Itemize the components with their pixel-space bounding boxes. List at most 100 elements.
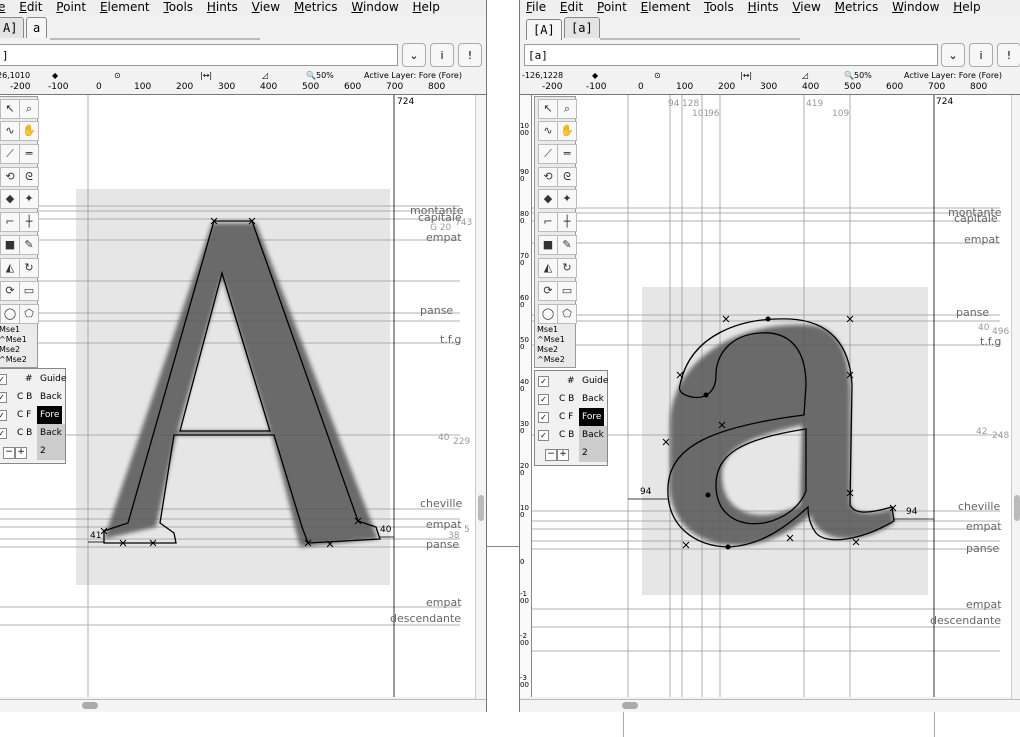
spiro-icon[interactable]: ᘓ <box>19 167 39 187</box>
flip-icon[interactable]: ◭ <box>0 258 20 278</box>
hand-icon[interactable]: ✋ <box>19 121 39 141</box>
layer-row-back[interactable]: ✓ C B Back <box>535 390 607 408</box>
hv-point-icon[interactable]: ┼ <box>19 212 39 232</box>
menu-tools[interactable]: Tools <box>163 0 193 14</box>
skew-icon[interactable]: ⟳ <box>0 281 20 301</box>
layer-visible-checkbox[interactable]: ✓ <box>0 428 7 439</box>
char-input[interactable]: ] <box>0 44 398 66</box>
tab-A[interactable]: [A] <box>526 19 562 40</box>
hvcurve-icon[interactable]: ⟲ <box>538 167 558 187</box>
dropdown-button[interactable]: ⌄ <box>941 43 965 67</box>
ruler-icon[interactable]: ═ <box>557 144 577 164</box>
glyph-canvas-A[interactable]: 724 montante capitale 743 G 20 empat pan… <box>0 95 486 697</box>
menu-element[interactable]: Element <box>100 0 150 14</box>
menu-file[interactable]: e <box>0 0 5 14</box>
layer-visible-checkbox[interactable]: ✓ <box>0 374 7 385</box>
info-button[interactable]: i <box>969 43 993 67</box>
layer-row-back[interactable]: ✓ C B Back <box>0 388 65 406</box>
hv-point-icon[interactable]: ┼ <box>557 212 577 232</box>
menu-point[interactable]: Point <box>56 0 86 14</box>
corner-point-icon[interactable]: ✦ <box>557 189 577 209</box>
pen-icon[interactable]: ✎ <box>557 235 577 255</box>
scroll-thumb[interactable] <box>478 495 484 521</box>
remove-layer-button[interactable]: − <box>3 447 15 459</box>
spiro-icon[interactable]: ᘓ <box>557 167 577 187</box>
ellipse-icon[interactable]: ◯ <box>0 304 20 324</box>
info-button[interactable]: i <box>430 43 454 67</box>
hand-icon[interactable]: ✋ <box>557 121 577 141</box>
layer-visible-checkbox[interactable]: ✓ <box>538 394 549 405</box>
pen-icon[interactable]: ✎ <box>19 235 39 255</box>
polygon-icon[interactable]: ⬠ <box>19 304 39 324</box>
ruler-icon[interactable]: ═ <box>19 144 39 164</box>
menu-edit[interactable]: Edit <box>19 0 42 14</box>
menu-help[interactable]: Help <box>953 0 980 14</box>
menu-view[interactable]: View <box>252 0 280 14</box>
hvcurve-icon[interactable]: ⟲ <box>0 167 20 187</box>
add-layer-button[interactable]: + <box>15 447 27 459</box>
menu-window[interactable]: Window <box>892 0 939 14</box>
rotate-icon[interactable]: ↻ <box>19 258 39 278</box>
remove-layer-button[interactable]: − <box>545 449 557 461</box>
menu-point[interactable]: Point <box>597 0 627 14</box>
scroll-thumb[interactable] <box>1014 495 1020 521</box>
ellipse-icon[interactable]: ◯ <box>538 304 558 324</box>
curve-point-icon[interactable]: ◆ <box>538 189 558 209</box>
corner-point-icon[interactable]: ✦ <box>19 189 39 209</box>
pointer-icon[interactable]: ↖ <box>0 99 20 119</box>
perspective-icon[interactable]: ▭ <box>19 281 39 301</box>
menu-hints[interactable]: Hints <box>207 0 238 14</box>
menu-hints[interactable]: Hints <box>748 0 779 14</box>
magnify-icon[interactable]: ⌕ <box>557 99 577 119</box>
flip-icon[interactable]: ◭ <box>538 258 558 278</box>
menu-tools[interactable]: Tools <box>704 0 734 14</box>
horizontal-scrollbar[interactable] <box>0 699 486 712</box>
dropdown-button[interactable]: ⌄ <box>402 43 426 67</box>
menu-element[interactable]: Element <box>641 0 691 14</box>
scroll-thumb[interactable] <box>622 702 638 709</box>
layer-row-guide[interactable]: ✓ # Guide <box>535 372 608 390</box>
knife-icon[interactable]: ⟋ <box>0 144 20 164</box>
menu-window[interactable]: Window <box>351 0 398 14</box>
warning-button[interactable]: ! <box>997 43 1020 67</box>
char-input[interactable]: [a] <box>524 44 938 66</box>
scroll-thumb[interactable] <box>82 702 98 709</box>
rotate-icon[interactable]: ↻ <box>557 258 577 278</box>
layer-visible-checkbox[interactable]: ✓ <box>0 392 7 403</box>
freehand-icon[interactable]: ∿ <box>0 121 20 141</box>
menu-edit[interactable]: Edit <box>560 0 583 14</box>
layer-visible-checkbox[interactable]: ✓ <box>0 410 7 421</box>
magnify-icon[interactable]: ⌕ <box>19 99 39 119</box>
add-layer-button[interactable]: + <box>557 449 569 461</box>
layer-row-fore[interactable]: ✓ C F Fore <box>535 408 607 426</box>
layer-visible-checkbox[interactable]: ✓ <box>538 376 549 387</box>
vertical-scrollbar[interactable] <box>1011 95 1020 699</box>
tangent-point-icon[interactable]: ⌐ <box>0 212 20 232</box>
knife-icon[interactable]: ⟋ <box>538 144 558 164</box>
polygon-icon[interactable]: ⬠ <box>557 304 577 324</box>
layer-visible-checkbox[interactable]: ✓ <box>538 430 549 441</box>
anchor-icon[interactable]: ■ <box>0 235 20 255</box>
tab-A[interactable]: A] <box>0 17 25 38</box>
layer-row-back2[interactable]: ✓ C B Back 2 <box>535 426 607 462</box>
menu-metrics[interactable]: Metrics <box>294 0 338 14</box>
skew-icon[interactable]: ⟳ <box>538 281 558 301</box>
tangent-point-icon[interactable]: ⌐ <box>538 212 558 232</box>
layer-row-back2[interactable]: ✓ C B Back 2 <box>0 424 65 460</box>
layer-row-fore[interactable]: ✓ C F Fore <box>0 406 65 424</box>
pointer-icon[interactable]: ↖ <box>538 99 558 119</box>
freehand-icon[interactable]: ∿ <box>538 121 558 141</box>
tab-a[interactable]: [a] <box>564 17 600 38</box>
curve-point-icon[interactable]: ◆ <box>0 189 20 209</box>
menu-help[interactable]: Help <box>413 0 440 14</box>
perspective-icon[interactable]: ▭ <box>557 281 577 301</box>
layer-visible-checkbox[interactable]: ✓ <box>538 412 549 423</box>
warning-button[interactable]: ! <box>458 43 482 67</box>
menu-view[interactable]: View <box>792 0 820 14</box>
menu-metrics[interactable]: Metrics <box>835 0 879 14</box>
tab-a[interactable]: a <box>26 17 48 38</box>
horizontal-scrollbar[interactable] <box>520 699 1020 712</box>
layer-row-guide[interactable]: ✓ # Guide <box>0 370 66 388</box>
menu-file[interactable]: File <box>526 0 546 14</box>
anchor-icon[interactable]: ■ <box>538 235 558 255</box>
